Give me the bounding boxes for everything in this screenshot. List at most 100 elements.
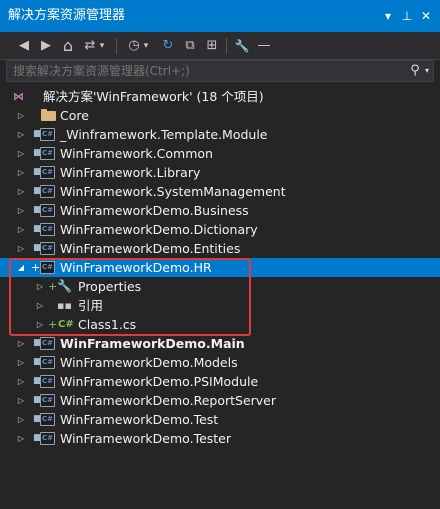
folder-icon (41, 109, 56, 121)
lock-icon: ■ (33, 357, 42, 367)
tree-item-label: WinFrameworkDemo.Dictionary (60, 222, 258, 237)
expand-icon[interactable]: ▷ (35, 277, 45, 296)
expand-icon[interactable]: ▷ (16, 182, 26, 201)
tree-item-label: WinFramework.SystemManagement (60, 184, 286, 199)
window-dropdown-button[interactable]: ▾ (378, 6, 398, 26)
search-input[interactable] (7, 61, 402, 81)
tree-item-label: WinFrameworkDemo.Test (60, 412, 219, 427)
home-icon[interactable]: ⌂ (58, 36, 78, 56)
lock-icon: ■ (33, 148, 42, 158)
csharp-project-icon: C# (40, 223, 55, 236)
tree-item-project[interactable]: ▷ ■ C# WinFramework.SystemManagement (0, 182, 440, 201)
tree-item-label: Properties (78, 279, 142, 294)
tree-item-project[interactable]: ▷ ■ C# WinFramework.Common (0, 144, 440, 163)
search-options-dropdown-icon[interactable]: ▾ (422, 61, 432, 81)
expand-icon[interactable]: ▷ (16, 334, 26, 353)
switch-views-dropdown-icon[interactable]: ▾ (96, 36, 108, 56)
expand-icon[interactable]: ▷ (16, 125, 26, 144)
tree-item-label: WinFrameworkDemo.Models (60, 355, 238, 370)
csharp-project-icon: C# (40, 185, 55, 198)
expand-icon[interactable]: ▷ (16, 163, 26, 182)
search-icon[interactable]: ⚲ (407, 61, 423, 81)
tree-item-project[interactable]: ▷ ■ C# WinFrameworkDemo.Business (0, 201, 440, 220)
tree-item-label: WinFramework.Common (60, 146, 213, 161)
tree-item-label: _Winframework.Template.Module (60, 127, 268, 142)
lock-icon: ■ (33, 129, 42, 139)
expand-icon[interactable]: ▷ (16, 106, 26, 125)
expand-icon[interactable]: ▷ (16, 220, 26, 239)
expand-icon[interactable]: ▷ (16, 144, 26, 163)
csharp-project-icon: C# (40, 432, 55, 445)
close-button[interactable]: ✕ (416, 6, 436, 26)
tree-item-project[interactable]: ▷ ■ C# WinFrameworkDemo.Entities (0, 239, 440, 258)
csharp-project-icon: C# (40, 147, 55, 160)
tree-item-project[interactable]: ▷ ■ C# WinFrameworkDemo.Test (0, 410, 440, 429)
tree-item-project[interactable]: ▷ ■ C# WinFrameworkDemo.Dictionary (0, 220, 440, 239)
tree-item-properties[interactable]: ▷ + 🔧 Properties (0, 277, 440, 296)
csharp-project-icon: C# (40, 128, 55, 141)
lock-icon: ■ (33, 433, 42, 443)
toolbar-separator (116, 38, 117, 54)
plus-icon: + (48, 318, 58, 331)
expand-icon[interactable]: ▷ (16, 201, 26, 220)
lock-icon: ■ (33, 338, 42, 348)
plus-icon: + (48, 280, 58, 293)
show-all-files-icon[interactable]: ⊞ (202, 36, 222, 56)
tree-item-label: WinFrameworkDemo.ReportServer (60, 393, 276, 408)
csharp-project-icon: C# (40, 356, 55, 369)
csharp-project-icon: C# (40, 166, 55, 179)
search-box: ⚲ ▾ (6, 60, 434, 82)
tree-item-label: WinFrameworkDemo.Entities (60, 241, 241, 256)
csharp-project-icon: C# (40, 337, 55, 350)
collapse-icon[interactable]: ◢ (16, 258, 26, 277)
collapse-all-icon[interactable]: ⧉ (180, 36, 200, 56)
tree-item-solution[interactable]: ⋈ 解决方案'WinFramework' (18 个项目) (0, 87, 440, 106)
back-icon[interactable]: ◀ (14, 36, 34, 56)
tree-item-label: WinFrameworkDemo.HR (60, 260, 212, 275)
lock-icon: ■ (33, 243, 42, 253)
expand-icon[interactable]: ▷ (16, 410, 26, 429)
preview-icon[interactable]: — (254, 36, 274, 56)
pin-button[interactable]: ⊥ (397, 6, 417, 26)
tree-item-project[interactable]: ▷ ■ C# WinFrameworkDemo.PSIModule (0, 372, 440, 391)
csharp-project-icon: C# (40, 394, 55, 407)
refresh-icon[interactable]: ↻ (158, 36, 178, 56)
plus-icon: + (31, 261, 41, 274)
tree-item-label: 解决方案'WinFramework' (18 个项目) (43, 89, 264, 104)
properties-wrench-icon[interactable]: 🔧 (232, 36, 252, 56)
expand-icon[interactable]: ▷ (16, 391, 26, 410)
lock-icon: ■ (33, 167, 42, 177)
tree-item-project[interactable]: ▷ ■ C# WinFramework.Library (0, 163, 440, 182)
tree-item-project[interactable]: ▷ ■ C# WinFrameworkDemo.ReportServer (0, 391, 440, 410)
panel-title: 解决方案资源管理器 (8, 8, 126, 23)
references-icon: ▪▪ (57, 299, 72, 312)
tree-item-label: WinFrameworkDemo.Tester (60, 431, 232, 446)
tree-item-project-selected[interactable]: ◢ + C# WinFrameworkDemo.HR (0, 258, 440, 277)
forward-icon[interactable]: ▶ (36, 36, 56, 56)
tree-item-label: WinFramework.Library (60, 165, 201, 180)
expand-icon[interactable]: ▷ (35, 296, 45, 315)
tree-item-label: WinFrameworkDemo.Business (60, 203, 249, 218)
tree-item-project[interactable]: ▷ ■ C# WinFrameworkDemo.Models (0, 353, 440, 372)
expand-icon[interactable]: ▷ (16, 353, 26, 372)
tree-item-csfile[interactable]: ▷ + C# Class1.cs (0, 315, 440, 334)
tree-item-project[interactable]: ▷ ■ C# WinFrameworkDemo.Tester (0, 429, 440, 448)
expand-icon[interactable]: ▷ (16, 372, 26, 391)
tree-item-project[interactable]: ▷ ■ C# _Winframework.Template.Module (0, 125, 440, 144)
history-dropdown-icon[interactable]: ▾ (140, 36, 152, 56)
tree-item-references[interactable]: ▷ ▪▪ 引用 (0, 296, 440, 315)
tree-item-core[interactable]: ▷ Core (0, 106, 440, 125)
expand-icon[interactable]: ▷ (16, 429, 26, 448)
csharp-file-icon: C# (58, 319, 74, 330)
csharp-project-icon: C# (40, 413, 55, 426)
expand-icon[interactable]: ▷ (16, 239, 26, 258)
lock-icon: ■ (33, 376, 42, 386)
csharp-project-icon: C# (40, 242, 55, 255)
csharp-project-icon: C# (40, 261, 55, 274)
wrench-icon: 🔧 (57, 279, 72, 293)
toolbar: ◀ ▶ ⌂ ⇄ ▾ ◷ ▾ ↻ ⧉ ⊞ 🔧 — (0, 32, 440, 60)
solution-icon: ⋈ (13, 90, 24, 103)
expand-icon[interactable]: ▷ (35, 315, 45, 334)
lock-icon: ■ (33, 186, 42, 196)
tree-item-project-startup[interactable]: ▷ ■ C# WinFrameworkDemo.Main (0, 334, 440, 353)
